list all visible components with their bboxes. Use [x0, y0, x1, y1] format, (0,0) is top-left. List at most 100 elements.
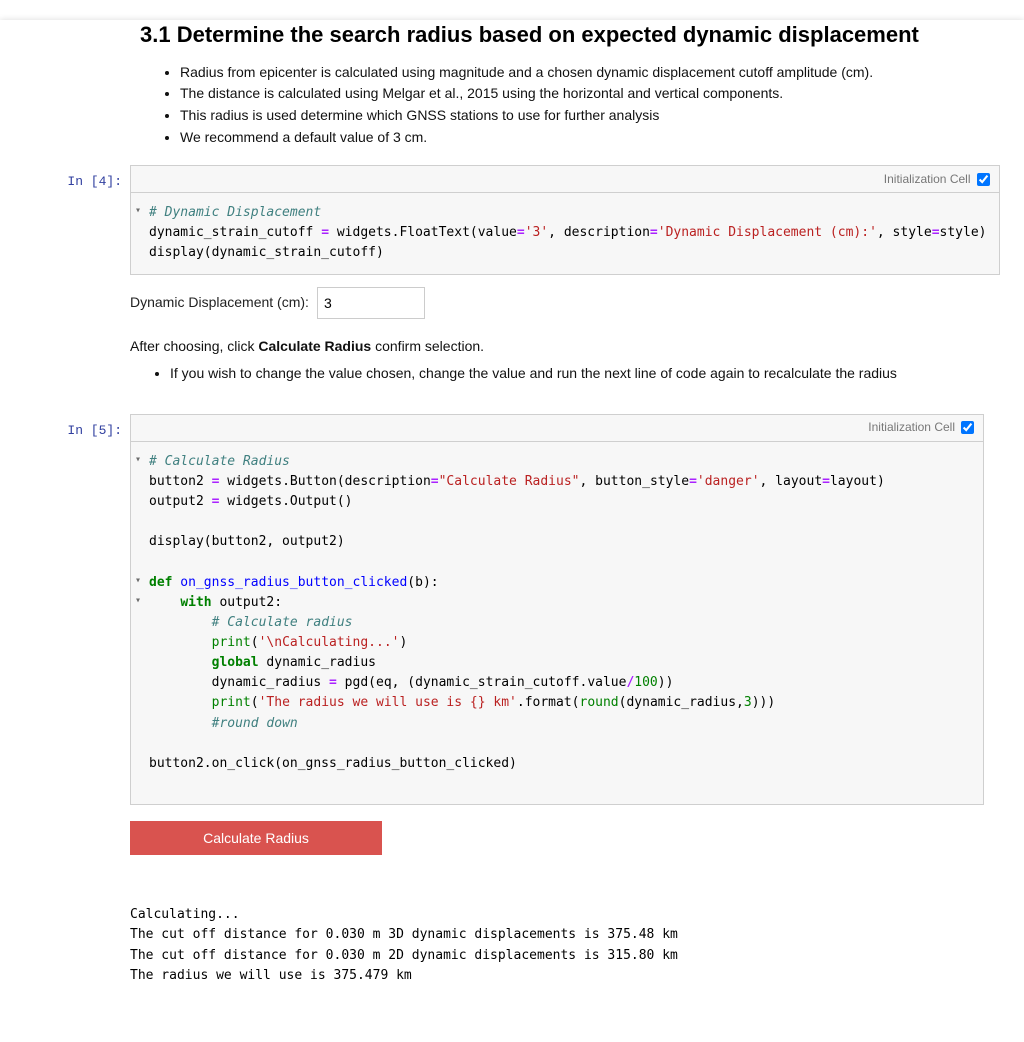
code-kw: def: [149, 575, 172, 590]
code-num: 3: [744, 695, 752, 710]
code-indent: [149, 675, 212, 690]
code-builtin: print: [212, 635, 251, 650]
code-text: , description: [548, 225, 650, 240]
code-text: layout): [830, 474, 885, 489]
code-op: =: [932, 225, 940, 240]
code-text: ))): [752, 695, 775, 710]
text-span: After choosing, click: [130, 338, 258, 354]
code-text: button2: [149, 474, 212, 489]
code-indent: [149, 595, 180, 610]
code-text: (b):: [407, 575, 438, 590]
instruction-bullet: If you wish to change the value chosen, …: [170, 364, 1000, 384]
code-text: , layout: [760, 474, 823, 489]
code-op: =: [517, 225, 525, 240]
code-input-area[interactable]: Initialization Cell ▾ # Dynamic Displacem…: [130, 165, 1000, 274]
init-cell-label: Initialization Cell: [868, 419, 955, 436]
section-title: 3.1 Determine the search radius based on…: [140, 20, 984, 51]
code-text: button2.on_click(on_gnss_radius_button_c…: [149, 756, 517, 771]
code-op: =: [689, 474, 697, 489]
calculate-radius-button[interactable]: Calculate Radius: [130, 821, 382, 855]
code-op: =: [822, 474, 830, 489]
output-line: The radius we will use is 375.479 km: [130, 968, 412, 983]
code-str: 'Dynamic Displacement (cm):': [658, 225, 877, 240]
text-span: confirm selection.: [371, 338, 484, 354]
code-text: (: [251, 695, 259, 710]
fold-arrow-icon: ▾: [135, 593, 141, 609]
intro-bullet: Radius from epicenter is calculated usin…: [180, 63, 984, 83]
code-text: dynamic_radius: [259, 655, 376, 670]
code-num: 100: [634, 675, 657, 690]
code-str: '\nCalculating...': [259, 635, 400, 650]
code-op: =: [321, 225, 329, 240]
code-text: output2:: [212, 595, 282, 610]
code-comment: # Dynamic Displacement: [149, 205, 321, 220]
cell-toolbar: Initialization Cell: [131, 166, 999, 193]
code-cell: In [4]: Initialization Cell ▾ # Dynamic D…: [40, 165, 984, 398]
intro-bullet: This radius is used determine which GNSS…: [180, 106, 984, 126]
cell-output: Calculating... The cut off distance for …: [130, 885, 984, 986]
fold-arrow-icon: ▾: [135, 203, 141, 219]
cell-prompt: In [4]:: [40, 165, 130, 398]
code-text: , button_style: [580, 474, 690, 489]
code-block[interactable]: ▾ # Dynamic Displacement dynamic_strain_c…: [131, 193, 999, 273]
instruction-sublist: If you wish to change the value chosen, …: [150, 364, 1000, 384]
cell-prompt: In [5]:: [40, 414, 130, 986]
output-line: The cut off distance for 0.030 m 2D dyna…: [130, 948, 678, 963]
code-indent: [149, 716, 212, 731]
code-text: dynamic_strain_cutoff: [149, 225, 321, 240]
init-cell-checkbox[interactable]: [977, 173, 990, 186]
code-str: 'danger': [697, 474, 760, 489]
code-op: =: [431, 474, 439, 489]
text-bold: Calculate Radius: [258, 338, 371, 354]
cell-toolbar: Initialization Cell: [131, 415, 983, 442]
code-kw: global: [212, 655, 259, 670]
fold-arrow-icon: ▾: [135, 573, 141, 589]
code-text: , style: [877, 225, 932, 240]
code-indent: [149, 635, 212, 650]
fold-arrow-icon: ▾: [135, 452, 141, 468]
code-kw: with: [180, 595, 211, 610]
code-comment: # Calculate radius: [212, 615, 353, 630]
code-builtin: print: [212, 695, 251, 710]
code-str: '3': [525, 225, 548, 240]
code-text: ): [399, 635, 407, 650]
code-op: =: [329, 675, 337, 690]
output-line: Calculating...: [130, 907, 240, 922]
code-text: widgets.Output(): [219, 494, 352, 509]
code-text: output2: [149, 494, 212, 509]
output-line: The cut off distance for 0.030 m 3D dyna…: [130, 927, 678, 942]
code-indent: [149, 695, 212, 710]
dynamic-displacement-input[interactable]: [317, 287, 425, 319]
code-builtin: round: [580, 695, 619, 710]
code-text: display(dynamic_strain_cutoff): [149, 245, 384, 260]
intro-bullet: The distance is calculated using Melgar …: [180, 84, 984, 104]
intro-list: Radius from epicenter is calculated usin…: [160, 63, 984, 147]
code-func: on_gnss_radius_button_clicked: [172, 575, 407, 590]
code-text: (dynamic_radius,: [619, 695, 744, 710]
code-text: widgets.FloatText(value: [329, 225, 517, 240]
init-cell-label: Initialization Cell: [884, 171, 971, 188]
code-text: )): [658, 675, 674, 690]
intro-bullet: We recommend a default value of 3 cm.: [180, 128, 984, 148]
code-str: 'The radius we will use is {} km': [259, 695, 517, 710]
code-comment: #round down: [212, 716, 298, 731]
code-text: .format(: [517, 695, 580, 710]
init-cell-checkbox[interactable]: [961, 421, 974, 434]
code-cell: In [5]: Initialization Cell ▾ # Calculate…: [40, 414, 984, 986]
code-text: widgets.Button(description: [219, 474, 430, 489]
code-comment: # Calculate Radius: [149, 454, 290, 469]
code-indent: [149, 655, 212, 670]
widget-label: Dynamic Displacement (cm):: [130, 293, 309, 313]
code-input-area[interactable]: Initialization Cell ▾ # Calculate Radius …: [130, 414, 984, 805]
code-block[interactable]: ▾ # Calculate Radius button2 = widgets.Bu…: [131, 442, 983, 804]
code-text: style): [940, 225, 987, 240]
code-op: =: [650, 225, 658, 240]
code-text: display(button2, output2): [149, 534, 345, 549]
code-text: pgd(eq, (dynamic_strain_cutoff.value: [337, 675, 627, 690]
instruction-text: After choosing, click Calculate Radius c…: [130, 337, 1000, 357]
float-text-widget: Dynamic Displacement (cm):: [130, 287, 1000, 319]
code-str: "Calculate Radius": [439, 474, 580, 489]
code-text: (: [251, 635, 259, 650]
code-indent: [149, 615, 212, 630]
code-text: dynamic_radius: [212, 675, 329, 690]
